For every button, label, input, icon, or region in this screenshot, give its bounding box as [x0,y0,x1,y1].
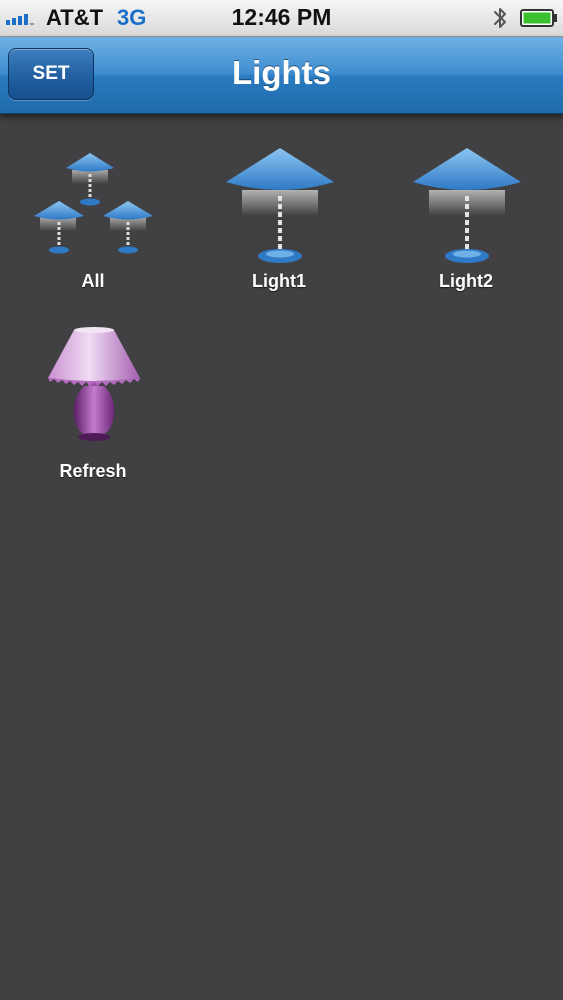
refresh-button[interactable]: Refresh [18,320,168,481]
status-time: 12:46 PM [231,4,332,30]
device-label-light1: Light1 [252,271,306,291]
app-screen: AT&T 3G 12:46 PM Lights SET All Light1 L… [0,0,563,1000]
status-bar: AT&T 3G 12:46 PM [0,0,563,37]
device-tile-light2[interactable]: Light2 [391,140,541,300]
device-tile-light1[interactable]: Light1 [204,140,354,300]
device-tile-all[interactable]: All [18,140,168,300]
navigation-bar: Lights SET [0,37,563,114]
battery-icon [520,9,557,27]
set-button[interactable]: SET [8,48,94,100]
lamp-icon [226,148,334,263]
lamp-icon [413,148,521,263]
lamp-group-icon [34,153,153,254]
purple-lamp-icon [48,327,140,441]
device-label-all: All [81,271,105,291]
device-label-light2: Light2 [439,271,493,291]
bluetooth-icon [494,8,506,28]
device-label-refresh: Refresh [59,461,127,481]
